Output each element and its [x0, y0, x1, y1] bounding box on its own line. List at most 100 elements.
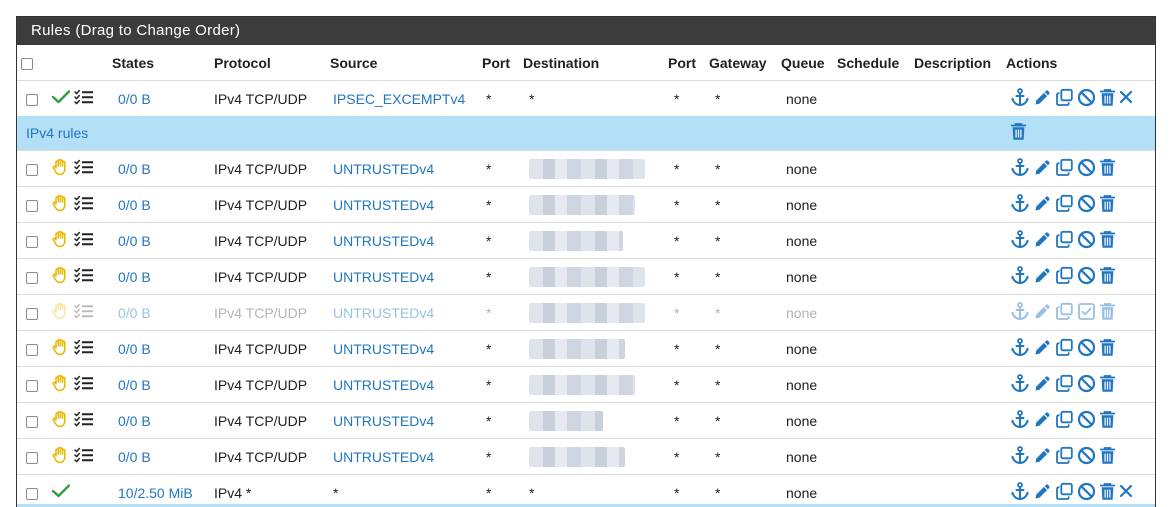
hand-icon[interactable] — [52, 410, 70, 431]
pencil-icon[interactable] — [1033, 230, 1052, 252]
rule-row[interactable]: 0/0 B IPv4 TCP/UDP UNTRUSTEDv4 * * * none — [17, 186, 1155, 223]
hand-icon[interactable] — [52, 158, 70, 179]
copy-icon[interactable] — [1055, 194, 1074, 216]
hand-icon[interactable] — [52, 302, 70, 323]
copy-icon[interactable] — [1055, 338, 1074, 360]
pencil-icon[interactable] — [1033, 338, 1052, 360]
copy-icon[interactable] — [1055, 88, 1074, 110]
hand-icon[interactable] — [52, 230, 70, 251]
list-icon[interactable] — [74, 267, 94, 286]
check-icon[interactable] — [52, 90, 71, 107]
col-description[interactable]: Description — [914, 45, 1006, 81]
row-checkbox[interactable] — [26, 307, 38, 320]
anchor-icon[interactable] — [1010, 481, 1030, 504]
list-icon[interactable] — [74, 339, 94, 358]
row-checkbox[interactable] — [26, 487, 38, 500]
copy-icon[interactable] — [1055, 266, 1074, 288]
source-cell[interactable]: UNTRUSTEDv4 — [333, 161, 434, 177]
copy-icon[interactable] — [1055, 302, 1074, 324]
hand-icon[interactable] — [52, 446, 70, 467]
source-cell[interactable]: UNTRUSTEDv4 — [333, 449, 434, 465]
anchor-icon[interactable] — [1010, 87, 1030, 110]
times-icon[interactable] — [1119, 484, 1133, 501]
list-icon[interactable] — [74, 375, 94, 394]
copy-icon[interactable] — [1055, 230, 1074, 252]
rule-row[interactable]: 0/0 B IPv4 TCP/UDP UNTRUSTEDv4 * * * none — [17, 402, 1155, 439]
source-cell[interactable]: UNTRUSTEDv4 — [333, 197, 434, 213]
rule-row[interactable]: 0/0 B IPv4 TCP/UDP UNTRUSTEDv4 * * * none — [17, 222, 1155, 259]
pencil-icon[interactable] — [1033, 88, 1052, 110]
list-icon[interactable] — [74, 303, 94, 322]
states-link[interactable]: 0/0 B — [118, 341, 151, 357]
ban-icon[interactable] — [1077, 88, 1096, 110]
row-checkbox[interactable] — [26, 451, 38, 464]
ban-icon[interactable] — [1077, 410, 1096, 432]
trash-icon[interactable] — [1099, 446, 1116, 468]
source-cell[interactable]: UNTRUSTEDv4 — [333, 377, 434, 393]
pencil-icon[interactable] — [1033, 374, 1052, 396]
col-protocol[interactable]: Protocol — [214, 45, 330, 81]
ban-icon[interactable] — [1077, 230, 1096, 252]
col-destination[interactable]: Destination — [523, 45, 668, 81]
row-checkbox[interactable] — [26, 199, 38, 212]
anchor-icon[interactable] — [1010, 373, 1030, 396]
col-gateway[interactable]: Gateway — [709, 45, 781, 81]
anchor-icon[interactable] — [1010, 193, 1030, 216]
ban-icon[interactable] — [1077, 158, 1096, 180]
anchor-icon[interactable] — [1010, 409, 1030, 432]
row-checkbox[interactable] — [26, 93, 38, 106]
anchor-icon[interactable] — [1010, 229, 1030, 252]
source-cell[interactable]: UNTRUSTEDv4 — [333, 269, 434, 285]
source-cell[interactable]: UNTRUSTEDv4 — [333, 413, 434, 429]
hand-icon[interactable] — [52, 374, 70, 395]
rule-row[interactable]: 0/0 B IPv4 TCP/UDP UNTRUSTEDv4 * * * none — [17, 150, 1155, 187]
row-checkbox[interactable] — [26, 343, 38, 356]
list-icon[interactable] — [74, 159, 94, 178]
col-states[interactable]: States — [112, 45, 214, 81]
times-icon[interactable] — [1119, 90, 1133, 107]
col-schedule[interactable]: Schedule — [837, 45, 914, 81]
hand-icon[interactable] — [52, 266, 70, 287]
copy-icon[interactable] — [1055, 374, 1074, 396]
states-link[interactable]: 0/0 B — [118, 413, 151, 429]
anchor-icon[interactable] — [1010, 157, 1030, 180]
trash-icon[interactable] — [1099, 338, 1116, 360]
ban-icon[interactable] — [1077, 338, 1096, 360]
pencil-icon[interactable] — [1033, 194, 1052, 216]
source-cell[interactable]: UNTRUSTEDv4 — [333, 341, 434, 357]
states-link[interactable]: 0/0 B — [118, 377, 151, 393]
list-icon[interactable] — [74, 231, 94, 250]
anchor-icon[interactable] — [1010, 301, 1030, 324]
states-link[interactable]: 0/0 B — [118, 269, 151, 285]
rule-row[interactable]: 0/0 B IPv4 TCP/UDP IPSEC_EXCEMPTv4 * * * * none — [17, 80, 1155, 116]
trash-icon[interactable] — [1099, 302, 1116, 324]
anchor-icon[interactable] — [1010, 337, 1030, 360]
pencil-icon[interactable] — [1033, 482, 1052, 504]
pencil-icon[interactable] — [1033, 446, 1052, 468]
anchor-icon[interactable] — [1010, 445, 1030, 468]
ban-icon[interactable] — [1077, 266, 1096, 288]
ban-icon[interactable] — [1077, 482, 1096, 504]
section-delete-icon[interactable] — [1010, 122, 1027, 144]
copy-icon[interactable] — [1055, 158, 1074, 180]
rule-row[interactable]: 10/2.50 MiB IPv4 * * * * * * none — [17, 474, 1155, 507]
copy-icon[interactable] — [1055, 446, 1074, 468]
trash-icon[interactable] — [1099, 482, 1116, 504]
source-cell[interactable]: UNTRUSTEDv4 — [333, 233, 434, 249]
anchor-icon[interactable] — [1010, 265, 1030, 288]
row-checkbox[interactable] — [26, 163, 38, 176]
checkbox-enable-icon[interactable] — [1077, 302, 1096, 324]
source-cell[interactable]: IPSEC_EXCEMPTv4 — [333, 91, 465, 107]
source-cell[interactable]: UNTRUSTEDv4 — [333, 305, 434, 321]
pencil-icon[interactable] — [1033, 302, 1052, 324]
ban-icon[interactable] — [1077, 194, 1096, 216]
pencil-icon[interactable] — [1033, 158, 1052, 180]
pencil-icon[interactable] — [1033, 410, 1052, 432]
rule-row[interactable]: 0/0 B IPv4 TCP/UDP UNTRUSTEDv4 * * * none — [17, 330, 1155, 367]
hand-icon[interactable] — [52, 338, 70, 359]
row-checkbox[interactable] — [26, 271, 38, 284]
states-link[interactable]: 0/0 B — [118, 91, 151, 107]
col-port-dest[interactable]: Port — [668, 45, 709, 81]
pencil-icon[interactable] — [1033, 266, 1052, 288]
hand-icon[interactable] — [52, 194, 70, 215]
